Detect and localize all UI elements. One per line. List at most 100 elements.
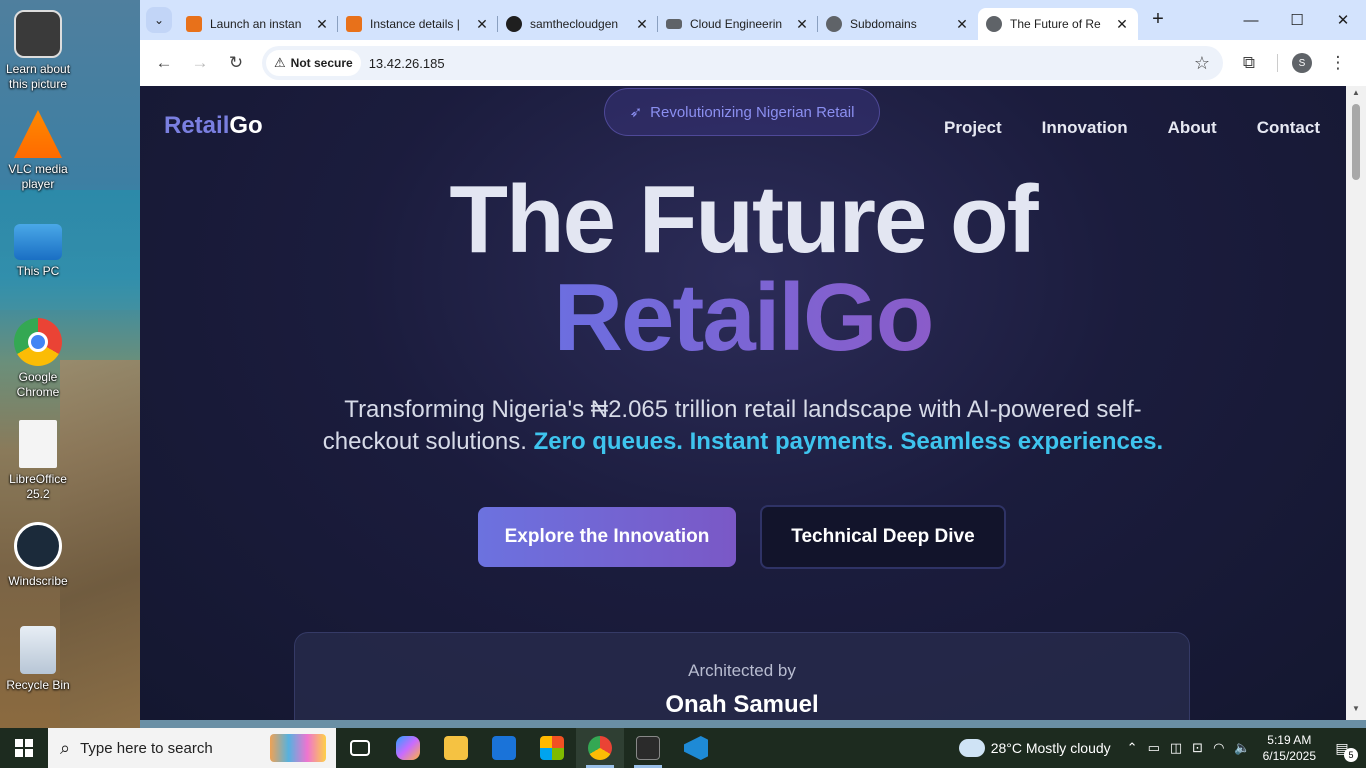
bookmark-star-icon[interactable]: ☆ [1187,53,1217,74]
close-icon[interactable]: ✕ [634,16,650,33]
close-icon[interactable]: ✕ [474,16,490,33]
reload-button[interactable]: ↻ [220,47,252,79]
browser-window: ⌄ Launch an instan ✕ Instance details | … [140,0,1366,720]
announcement-pill: ➶ Revolutionizing Nigerian Retail [604,88,880,136]
tab-search-button[interactable]: ⌄ [146,7,172,33]
forward-button[interactable]: → [184,47,216,79]
mail-button[interactable] [480,728,528,768]
desktop-icon-windscribe[interactable]: Windscribe [4,522,72,589]
tab-strip: ⌄ Launch an instan ✕ Instance details | … [140,0,1366,40]
tab-instance-details[interactable]: Instance details | ✕ [338,8,498,40]
close-window-icon[interactable]: ✕ [1320,0,1366,40]
notification-badge: 5 [1344,748,1358,762]
desktop: Learn about this picture VLC media playe… [0,0,140,728]
terminal-icon [636,736,660,760]
close-icon[interactable]: ✕ [1114,16,1130,33]
desktop-icon-vlc[interactable]: VLC media player [4,110,72,192]
start-button[interactable] [0,728,48,768]
nav-link-about[interactable]: About [1168,118,1217,138]
site-nav: Project Innovation About Contact [944,118,1320,138]
notification-center-button[interactable]: ▤ 5 [1330,736,1358,762]
file-explorer-button[interactable] [432,728,480,768]
warning-icon: ⚠ [274,55,286,70]
explore-innovation-button[interactable]: Explore the Innovation [478,507,736,567]
new-tab-button[interactable]: + [1144,6,1172,34]
copilot-button[interactable] [384,728,432,768]
search-highlight-icon [270,734,326,762]
page-scrollbar[interactable]: ▲ ▼ [1346,86,1366,720]
card-name: Onah Samuel [665,691,819,718]
scrollbar-thumb[interactable] [1352,104,1360,180]
extensions-icon[interactable]: ⧉ [1233,47,1265,79]
desktop-icon-this-pc[interactable]: This PC [4,216,72,279]
terminal-button[interactable] [624,728,672,768]
chrome-taskbar-button[interactable] [576,728,624,768]
desktop-icon-libreoffice[interactable]: LibreOffice 25.2 [4,420,72,502]
close-icon[interactable]: ✕ [954,16,970,33]
tab-cloud-engineering[interactable]: Cloud Engineerin ✕ [658,8,818,40]
clock[interactable]: 5:19 AM 6/15/2025 [1263,732,1316,764]
vscode-button[interactable] [672,728,720,768]
technical-deep-dive-button[interactable]: Technical Deep Dive [760,505,1006,569]
hero-title-line2: RetailGo [553,264,935,371]
card-label: Architected by [688,661,796,680]
avatar: S [1292,53,1312,73]
tab-github[interactable]: samthecloudgen ✕ [498,8,658,40]
battery-icon[interactable]: ▭ [1148,740,1160,756]
scroll-up-icon[interactable]: ▲ [1346,88,1366,102]
close-icon[interactable]: ✕ [794,16,810,33]
wifi-icon[interactable]: ◠ [1213,740,1224,756]
system-tray: 28°C Mostly cloudy ⌃ ▭ ◫ ⊡ ◠ 🔈 5:19 AM 6… [958,732,1366,764]
tray-icons: ⌃ ▭ ◫ ⊡ ◠ 🔈 [1127,740,1251,756]
web-page: RetailGo ➶ Revolutionizing Nigerian Reta… [140,86,1346,720]
recycle-bin-icon [20,626,56,674]
tab-subdomains[interactable]: Subdomains ✕ [818,8,978,40]
tab-launch-instance[interactable]: Launch an instan ✕ [178,8,338,40]
volume-icon[interactable]: 🔈 [1234,740,1250,756]
windscribe-icon [14,522,62,570]
address-bar[interactable]: ⚠ Not secure 13.42.26.185 ☆ [262,46,1223,80]
scroll-down-icon[interactable]: ▼ [1346,704,1366,718]
chevron-up-icon[interactable]: ⌃ [1127,740,1138,756]
weather-widget[interactable]: 28°C Mostly cloudy [958,739,1111,757]
window-controls: — ☐ ✕ [1228,0,1366,40]
tab-retailgo[interactable]: The Future of Re ✕ [978,8,1138,40]
search-icon: ⌕ [60,737,71,758]
aws-icon [186,16,202,32]
security-chip[interactable]: ⚠ Not secure [266,50,361,76]
toolbar-divider [1277,54,1278,72]
github-icon [506,16,522,32]
chevron-down-icon: ⌄ [153,13,165,27]
copilot-icon [396,736,420,760]
store-button[interactable] [528,728,576,768]
vlc-icon [14,110,62,158]
nav-link-contact[interactable]: Contact [1257,118,1320,138]
nav-link-innovation[interactable]: Innovation [1042,118,1128,138]
document-icon [666,19,682,29]
task-view-button[interactable] [336,728,384,768]
store-icon [540,736,564,760]
close-icon[interactable]: ✕ [314,16,330,33]
nav-link-project[interactable]: Project [944,118,1002,138]
url-text[interactable]: 13.42.26.185 [369,56,445,71]
computer-icon [14,224,62,260]
task-view-icon [350,740,370,756]
globe-icon [826,16,842,32]
camera-icon[interactable]: ◫ [1170,740,1182,756]
chrome-icon [588,736,612,760]
maximize-icon[interactable]: ☐ [1274,0,1320,40]
profile-button[interactable]: S [1286,47,1318,79]
menu-kebab-icon[interactable]: ⋮ [1322,47,1354,79]
site-logo[interactable]: RetailGo [164,112,263,140]
back-button[interactable]: ← [148,47,180,79]
info-camera-icon [14,10,62,58]
screen-record-icon[interactable]: ⊡ [1192,740,1203,756]
desktop-icon-chrome[interactable]: Google Chrome [4,318,72,400]
minimize-icon[interactable]: — [1228,0,1274,40]
desktop-icon-learn-about-picture[interactable]: Learn about this picture [4,10,72,92]
desktop-icon-recycle-bin[interactable]: Recycle Bin [4,626,72,693]
chrome-icon [14,318,62,366]
browser-toolbar: ← → ↻ ⚠ Not secure 13.42.26.185 ☆ ⧉ S ⋮ [140,40,1366,86]
document-icon [19,420,57,468]
taskbar-search[interactable]: ⌕ Type here to search [48,728,336,768]
